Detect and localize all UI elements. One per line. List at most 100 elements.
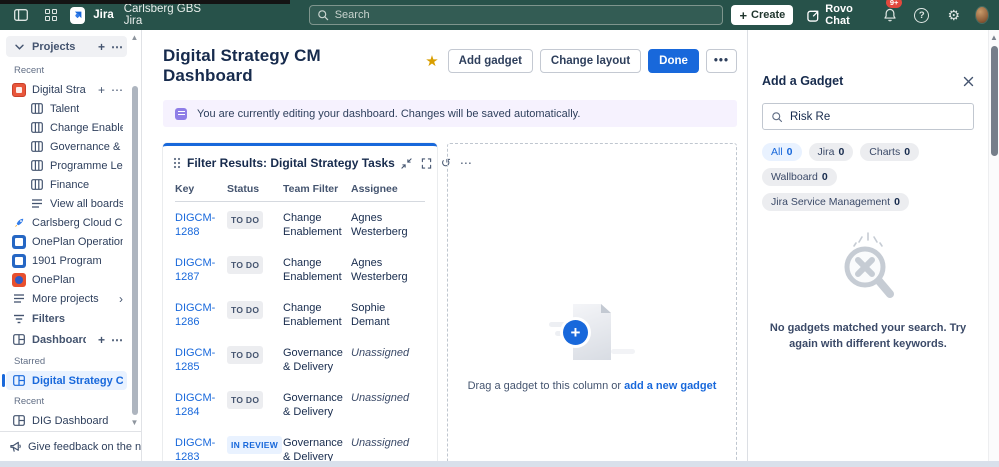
filter-chip-charts[interactable]: Charts0 [860, 143, 919, 161]
close-icon[interactable] [963, 76, 974, 87]
assignee-cell: Agnes Westerberg [351, 256, 425, 284]
sidebar-item-programme-leadership[interactable]: Programme Leader... [6, 156, 127, 175]
issue-key-link[interactable]: DIGCM-1287 [175, 256, 225, 284]
issue-key-link[interactable]: DIGCM-1284 [175, 391, 225, 419]
scrollbar-thumb[interactable] [991, 46, 998, 156]
add-project-icon[interactable]: + [98, 41, 105, 53]
add-dashboard-icon[interactable]: + [98, 334, 105, 346]
sidebar-item-dig-dashboard[interactable]: DIG Dashboard [6, 411, 127, 430]
sidebar-item-more-projects[interactable]: More projects › [6, 289, 127, 308]
star-icon[interactable]: ★ [425, 52, 438, 70]
notifications-button[interactable]: 9+ [879, 4, 901, 26]
gadget-drop-zone[interactable]: + Drag a gadget to this column or add a … [447, 143, 737, 461]
no-results-text: No gadgets matched your search. Try agai… [768, 320, 968, 352]
banner-text: You are currently editing your dashboard… [197, 108, 580, 120]
sidebar-item-oneplan[interactable]: OnePlan [6, 270, 127, 289]
sidebar-item-finance[interactable]: Finance [6, 175, 127, 194]
issue-key-link[interactable]: DIGCM-1286 [175, 301, 225, 329]
dashboard-main: Digital Strategy CM Dashboard ★ Add gadg… [142, 30, 747, 461]
give-feedback-button[interactable]: Give feedback on the ne... [0, 431, 141, 461]
project-icon [12, 235, 26, 249]
gadget-search-input[interactable] [790, 111, 965, 123]
user-avatar[interactable] [975, 6, 989, 24]
filter-icon [12, 312, 26, 326]
projects-more-icon[interactable]: ⋯ [111, 41, 123, 53]
dashboards-more-icon[interactable]: ⋯ [111, 334, 123, 346]
search-input[interactable] [335, 9, 716, 21]
add-board-icon[interactable]: + [98, 84, 105, 96]
sidebar-item-governance-delivery[interactable]: Governance & Deli... [6, 137, 127, 156]
add-gadget-illustration: + [549, 304, 635, 366]
sidebar-item-view-all-dashboards[interactable]: View all dashboards [6, 430, 127, 431]
sidebar-projects-header[interactable]: Projects + ⋯ [6, 36, 127, 57]
question-icon: ? [914, 8, 929, 23]
plus-icon: + [739, 8, 747, 23]
list-icon [30, 197, 44, 211]
create-button[interactable]: + Create [731, 5, 793, 25]
project-more-icon[interactable]: ⋯ [111, 84, 123, 96]
sidebar-dashboards-header[interactable]: Dashboards + ⋯ [6, 329, 127, 350]
issue-key-link[interactable]: DIGCM-1283 [175, 436, 225, 461]
expand-icon[interactable] [421, 158, 432, 169]
page-scrollbar[interactable]: ▲ [988, 30, 999, 461]
issue-key-link[interactable]: DIGCM-1285 [175, 346, 225, 374]
drag-handle-icon[interactable] [173, 157, 181, 169]
filter-chip-jsm[interactable]: Jira Service Management0 [762, 193, 909, 211]
sidebar-item-view-all-boards[interactable]: View all boards [6, 194, 127, 213]
team-filter-cell: Governance & Delivery [283, 391, 349, 419]
panel-title: Add a Gadget [762, 74, 843, 88]
scroll-up-icon[interactable]: ▲ [989, 30, 999, 43]
sidebar-item-digital-strat[interactable]: Digital Strat... + ⋯ [6, 80, 127, 99]
filter-chip-jira[interactable]: Jira0 [809, 143, 854, 161]
sidebar-item-digital-strategy-cm-dashboard[interactable]: Digital Strategy CM ... [6, 371, 127, 390]
status-badge: TO DO [227, 256, 263, 274]
add-gadget-button[interactable]: Add gadget [448, 49, 533, 73]
status-badge: IN REVIEW [227, 436, 282, 454]
sidebar-item-talent[interactable]: Talent [6, 99, 127, 118]
sidebar-item-carlsberg-cloud[interactable]: Carlsberg Cloud Cent... [6, 213, 127, 232]
help-button[interactable]: ? [911, 4, 933, 26]
global-search[interactable] [309, 5, 724, 25]
team-filter-cell: Change Enablement [283, 301, 349, 329]
table-row: DIGCM-1286 TO DO Change Enablement Sophi… [175, 292, 425, 337]
change-layout-button[interactable]: Change layout [540, 49, 641, 73]
collapse-icon[interactable] [401, 158, 412, 169]
sidebar-item-oneplan-operations[interactable]: OnePlan Operations [6, 232, 127, 251]
project-icon [12, 273, 26, 287]
filter-chip-all[interactable]: All0 [762, 143, 802, 161]
sidebar-item-change-enablement[interactable]: Change Enablement [6, 118, 127, 137]
more-actions-button[interactable]: ••• [706, 49, 737, 73]
scroll-up-icon[interactable]: ▲ [130, 34, 139, 42]
horizontal-scrollbar-strip[interactable] [0, 461, 999, 467]
search-no-results-icon [829, 227, 907, 310]
filter-results-gadget: Filter Results: Digital Strategy Tasks ↺… [163, 143, 437, 461]
team-filter-cell: Change Enablement [283, 256, 349, 284]
jira-logo-icon[interactable] [70, 7, 85, 24]
browser-edge-strip [0, 0, 290, 4]
scrollbar-thumb[interactable] [132, 86, 138, 415]
sidebar-item-filters[interactable]: Filters [6, 308, 127, 329]
add-new-gadget-link[interactable]: add a new gadget [624, 380, 716, 392]
sidebar-toggle-icon[interactable] [10, 4, 32, 26]
sidebar-item-1901-program[interactable]: 1901 Program [6, 251, 127, 270]
settings-button[interactable]: ⚙ [943, 4, 965, 26]
editing-banner: You are currently editing your dashboard… [163, 100, 737, 127]
scroll-down-icon[interactable]: ▼ [130, 419, 139, 427]
status-badge: TO DO [227, 346, 263, 364]
filter-chip-wallboard[interactable]: Wallboard0 [762, 168, 837, 186]
done-button[interactable]: Done [648, 49, 699, 73]
rovo-chat-button[interactable]: Rovo Chat [801, 1, 869, 29]
starred-label: Starred [6, 350, 127, 371]
megaphone-icon [8, 440, 22, 454]
project-icon [12, 254, 26, 268]
sidebar-scrollbar[interactable]: ▲ ▼ [130, 34, 139, 427]
notification-badge: 9+ [886, 0, 903, 8]
page-title: Digital Strategy CM Dashboard [163, 46, 353, 86]
dashboard-icon [12, 374, 26, 388]
issue-key-link[interactable]: DIGCM-1288 [175, 211, 225, 239]
plus-circle-icon: + [563, 320, 588, 345]
app-switcher-icon[interactable] [40, 4, 62, 26]
team-filter-cell: Governance & Delivery [283, 346, 349, 374]
gadget-search-box[interactable] [762, 103, 974, 130]
left-sidebar: Projects + ⋯ Recent Digital Strat... + ⋯… [0, 30, 142, 461]
